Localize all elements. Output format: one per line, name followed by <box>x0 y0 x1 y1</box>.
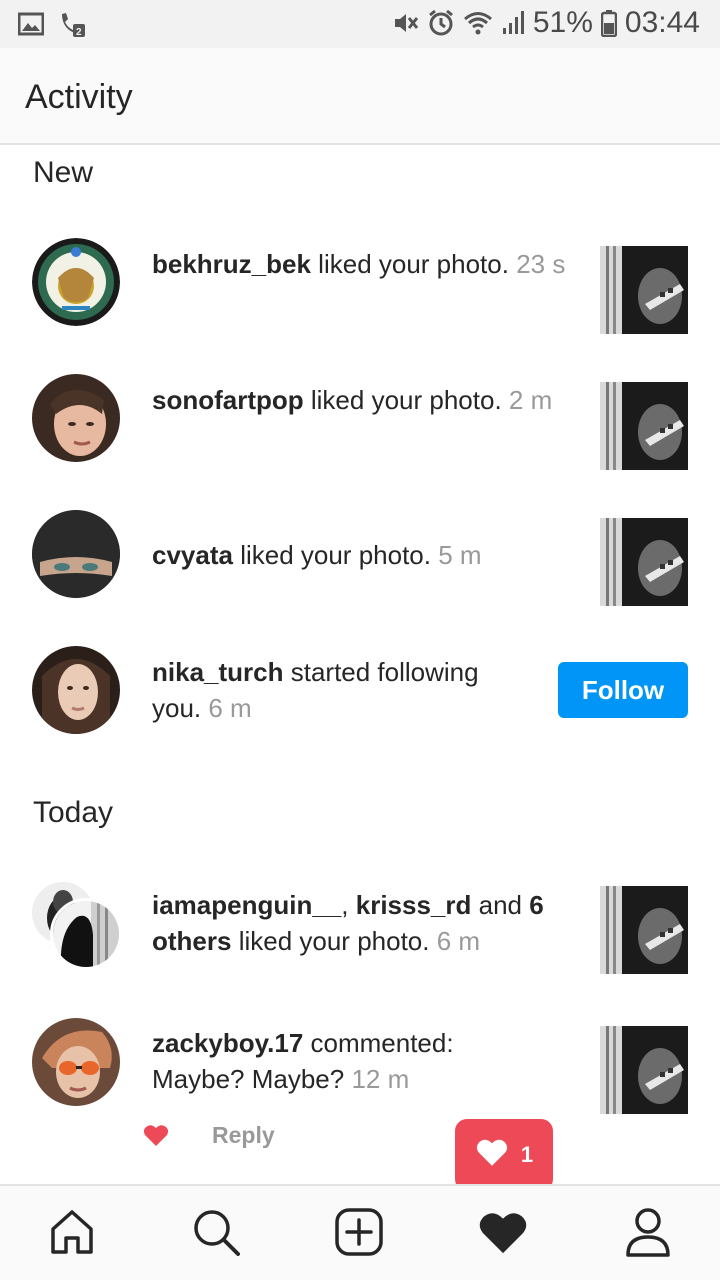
page-title: Activity <box>25 78 133 116</box>
timestamp: 6 m <box>436 926 481 956</box>
username[interactable]: iamapenguin__ <box>152 890 341 920</box>
nav-home[interactable] <box>44 1206 100 1262</box>
separator: and <box>471 890 530 920</box>
alarm-icon <box>427 9 455 37</box>
battery-icon <box>600 9 617 37</box>
avatar[interactable] <box>32 1018 120 1106</box>
activity-description: liked your photo. <box>303 385 509 415</box>
battery-percent: 51% <box>532 6 593 39</box>
mute-icon <box>391 9 419 37</box>
post-thumbnail[interactable] <box>600 886 688 974</box>
username[interactable]: cvyata <box>152 540 233 570</box>
list-item[interactable]: bekhruz_bek liked your photo. 23 s <box>0 238 720 338</box>
username[interactable]: nika_turch <box>152 657 284 687</box>
activity-notification-bubble[interactable]: 1 <box>455 1119 553 1205</box>
avatar[interactable] <box>32 374 120 462</box>
list-item[interactable]: sonofartpop liked your photo. 2 m <box>0 374 720 474</box>
app-header: Activity <box>0 48 720 145</box>
reply-button[interactable]: Reply <box>212 1122 275 1149</box>
list-item[interactable]: cvyata liked your photo. 5 m <box>0 510 720 610</box>
section-title-today: Today <box>33 796 114 829</box>
activity-text: zackyboy.17 commented: Maybe? Maybe? 12 … <box>152 1025 552 1097</box>
add-icon <box>335 1207 383 1261</box>
separator: , <box>341 890 356 920</box>
stacked-avatars[interactable] <box>32 882 122 974</box>
activity-heart-icon <box>478 1209 528 1260</box>
post-thumbnail[interactable] <box>600 246 688 334</box>
username[interactable]: sonofartpop <box>152 385 304 415</box>
signal-icon <box>501 10 525 36</box>
timestamp: 2 m <box>508 385 553 415</box>
activity-text: sonofartpop liked your photo. 2 m <box>152 382 572 418</box>
gallery-icon <box>18 12 44 36</box>
like-heart-icon[interactable] <box>143 1123 169 1152</box>
activity-description: liked your photo. <box>232 540 439 570</box>
profile-icon <box>624 1207 672 1262</box>
username[interactable]: zackyboy.17 <box>152 1028 303 1058</box>
list-item[interactable]: zackyboy.17 commented: Maybe? Maybe? 12 … <box>0 1018 720 1118</box>
follow-button[interactable]: Follow <box>558 662 688 718</box>
username[interactable]: krisss_rd <box>356 890 472 920</box>
list-item[interactable]: iamapenguin__, krisss_rd and 6 others li… <box>0 882 720 982</box>
avatar[interactable] <box>32 646 120 734</box>
post-thumbnail[interactable] <box>600 382 688 470</box>
timestamp: 6 m <box>208 693 252 723</box>
activity-text: nika_turch started following you. 6 m <box>152 654 512 726</box>
heart-icon <box>475 1137 509 1173</box>
call-forward-icon: 2 <box>58 10 86 38</box>
svg-text:2: 2 <box>76 27 82 38</box>
nav-add[interactable] <box>331 1206 387 1262</box>
avatar[interactable] <box>50 898 122 970</box>
timestamp: 5 m <box>438 540 482 570</box>
list-item[interactable]: nika_turch started following you. 6 m Fo… <box>0 646 720 746</box>
post-thumbnail[interactable] <box>600 1026 688 1114</box>
avatar[interactable] <box>32 238 120 326</box>
username[interactable]: bekhruz_bek <box>152 249 311 279</box>
home-icon <box>48 1208 96 1261</box>
post-thumbnail[interactable] <box>600 518 688 606</box>
avatar[interactable] <box>32 510 120 598</box>
timestamp: 23 s <box>516 249 566 279</box>
status-bar: 2 51% 03:44 <box>0 0 720 48</box>
nav-profile[interactable] <box>620 1206 676 1262</box>
notification-count: 1 <box>520 1142 534 1167</box>
activity-text: cvyata liked your photo. 5 m <box>152 537 572 573</box>
nav-search[interactable] <box>188 1206 244 1262</box>
timestamp: 12 m <box>351 1064 410 1094</box>
activity-text: bekhruz_bek liked your photo. 23 s <box>152 246 572 282</box>
activity-description: liked your photo. <box>231 926 437 956</box>
search-icon <box>191 1207 241 1262</box>
wifi-icon <box>463 10 493 36</box>
comment-actions: Reply <box>0 1118 720 1158</box>
section-title-new: New <box>33 156 94 189</box>
activity-text: iamapenguin__, krisss_rd and 6 others li… <box>152 887 572 959</box>
activity-description: liked your photo. <box>310 249 517 279</box>
clock-time: 03:44 <box>624 6 700 39</box>
nav-activity[interactable] <box>475 1206 531 1262</box>
bottom-navigation <box>0 1184 720 1280</box>
